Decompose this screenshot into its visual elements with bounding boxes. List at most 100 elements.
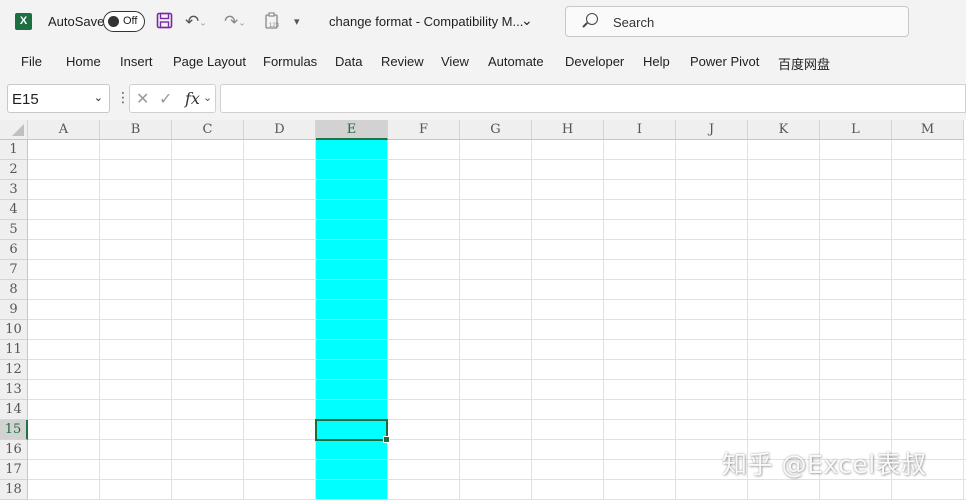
column-header-k[interactable]: K: [748, 120, 820, 140]
spreadsheet-grid[interactable]: ABCDEFGHIJKLM 1 2 3 4 5 6 7 8 9 10 11 12 13 14 15 16 17 1…: [0, 120, 966, 500]
row-header-2[interactable]: 2: [0, 160, 28, 180]
more-options-icon[interactable]: ⋮: [116, 89, 130, 106]
autosave-label: AutoSave: [48, 14, 105, 29]
grid-line: [28, 299, 966, 300]
search-icon: [586, 13, 598, 25]
row-header-9[interactable]: 9: [0, 300, 28, 320]
row-header-1[interactable]: 1: [0, 140, 28, 160]
row-header-10[interactable]: 10: [0, 320, 28, 340]
column-header-g[interactable]: G: [460, 120, 532, 140]
chevron-down-icon[interactable]: ⌄: [94, 91, 103, 104]
svg-text:123: 123: [269, 23, 280, 29]
grid-line: [459, 140, 460, 500]
row-header-6[interactable]: 6: [0, 240, 28, 260]
row-header-3[interactable]: 3: [0, 180, 28, 200]
customize-toolbar-icon[interactable]: ▾: [294, 12, 300, 32]
tab-insert[interactable]: Insert: [120, 54, 153, 69]
row-header-7[interactable]: 7: [0, 260, 28, 280]
grid-line: [28, 179, 966, 180]
column-header-d[interactable]: D: [244, 120, 316, 140]
insert-function-button[interactable]: fx: [185, 89, 200, 108]
column-header-c[interactable]: C: [172, 120, 244, 140]
grid-line: [315, 140, 316, 500]
grid-line: [28, 199, 966, 200]
tab-baidu-netdisk[interactable]: 百度网盘: [778, 54, 830, 73]
document-title[interactable]: change format - Compatibility M...: [329, 14, 523, 29]
grid-line: [28, 279, 966, 280]
grid-line: [28, 159, 966, 160]
grid-line: [28, 219, 966, 220]
cancel-icon[interactable]: ✕: [136, 89, 149, 109]
row-header-17[interactable]: 17: [0, 460, 28, 480]
excel-icon: X: [15, 13, 32, 30]
autosave-toggle[interactable]: Off: [103, 11, 145, 32]
column-header-f[interactable]: F: [388, 120, 460, 140]
enter-icon[interactable]: ✓: [159, 89, 172, 109]
chevron-down-icon[interactable]: ⌄: [203, 91, 212, 104]
row-header-15[interactable]: 15: [0, 420, 28, 440]
grid-line: [28, 379, 966, 380]
grid-line: [28, 419, 966, 420]
formula-input[interactable]: [220, 84, 966, 113]
tab-data[interactable]: Data: [335, 54, 362, 69]
active-cell-e15[interactable]: [315, 419, 390, 443]
grid-line: [28, 259, 966, 260]
grid-line: [675, 140, 676, 500]
row-header-14[interactable]: 14: [0, 400, 28, 420]
grid-line: [531, 140, 532, 500]
column-header-m[interactable]: M: [892, 120, 964, 140]
grid-line: [603, 140, 604, 500]
autosave-state: Off: [123, 15, 138, 27]
grid-line: [963, 140, 964, 500]
title-bar: X AutoSave Off ↶⌄ ↷⌄ 123 ▾ change format…: [0, 0, 966, 44]
tab-automate[interactable]: Automate: [488, 54, 544, 69]
formula-buttons: ✕ ✓ fx ⌄: [129, 84, 216, 113]
tab-review[interactable]: Review: [381, 54, 424, 69]
undo-icon[interactable]: ↶⌄: [185, 12, 207, 32]
column-header-h[interactable]: H: [532, 120, 604, 140]
column-header-a[interactable]: A: [28, 120, 100, 140]
row-header-13[interactable]: 13: [0, 380, 28, 400]
tab-developer[interactable]: Developer: [565, 54, 624, 69]
save-icon[interactable]: [156, 12, 174, 32]
grid-line: [28, 439, 966, 440]
tab-help[interactable]: Help: [643, 54, 670, 69]
paste-values-icon[interactable]: 123: [264, 12, 280, 32]
tab-home[interactable]: Home: [66, 54, 101, 69]
redo-icon[interactable]: ↷⌄: [224, 12, 246, 32]
column-header-i[interactable]: I: [604, 120, 676, 140]
column-header-e[interactable]: E: [316, 120, 388, 140]
search-placeholder: Search: [613, 15, 655, 30]
row-header-12[interactable]: 12: [0, 360, 28, 380]
grid-line: [28, 359, 966, 360]
column-header-j[interactable]: J: [676, 120, 748, 140]
chevron-down-icon[interactable]: ⌄: [521, 12, 533, 29]
column-header-l[interactable]: L: [820, 120, 892, 140]
grid-line: [28, 339, 966, 340]
tab-file[interactable]: File: [21, 54, 42, 69]
search-box[interactable]: Search: [565, 6, 909, 37]
grid-line: [171, 140, 172, 500]
grid-line: [28, 239, 966, 240]
row-header-11[interactable]: 11: [0, 340, 28, 360]
select-all-button[interactable]: [0, 120, 28, 140]
formula-bar: E15 ⌄ ⋮ ✕ ✓ fx ⌄: [0, 80, 966, 118]
tab-formulas[interactable]: Formulas: [263, 54, 317, 69]
tab-power-pivot[interactable]: Power Pivot: [690, 54, 759, 69]
name-box[interactable]: E15 ⌄: [7, 84, 110, 113]
grid-line: [28, 319, 966, 320]
tab-page-layout[interactable]: Page Layout: [173, 54, 246, 69]
watermark: 知乎 @Excel表叔: [722, 450, 927, 479]
grid-line: [28, 399, 966, 400]
name-box-value: E15: [12, 91, 39, 108]
grid-line: [387, 140, 388, 500]
column-header-b[interactable]: B: [100, 120, 172, 140]
row-header-4[interactable]: 4: [0, 200, 28, 220]
row-header-16[interactable]: 16: [0, 440, 28, 460]
row-header-5[interactable]: 5: [0, 220, 28, 240]
row-header-18[interactable]: 18: [0, 480, 28, 500]
column-e-fill: [315, 140, 388, 500]
tab-view[interactable]: View: [441, 54, 469, 69]
toggle-knob: [108, 16, 119, 27]
row-header-8[interactable]: 8: [0, 280, 28, 300]
